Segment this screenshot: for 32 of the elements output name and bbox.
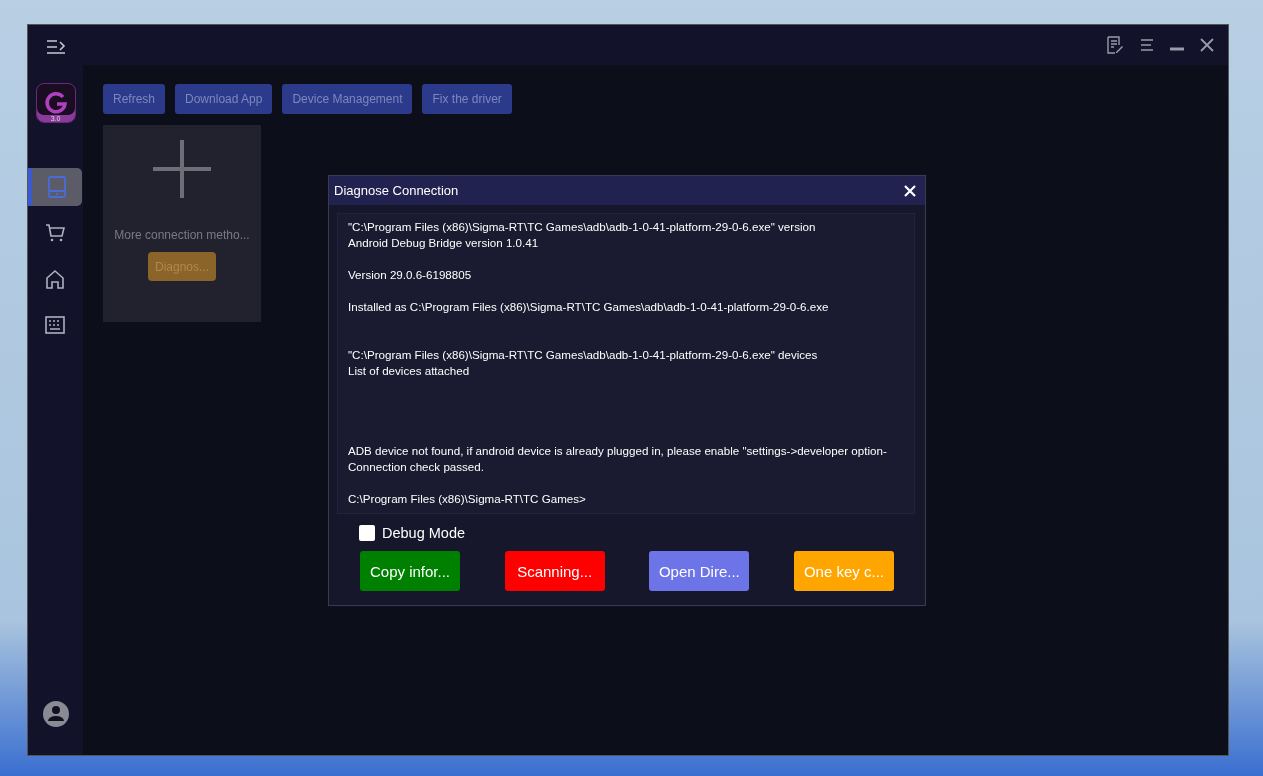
action-button[interactable]: Scanning... [504, 551, 605, 591]
log-line: Version 29.0.6-6198805 [348, 267, 473, 283]
log-line: "C:\Program Files (x86)\Sigma-RT\TC Games\adb\adb-1-0-41-platform-29-0-6.exe" devices [348, 347, 819, 363]
debug-mode-checkbox[interactable] [359, 525, 375, 541]
log-line: C:\Program Files (x86)\Sigma-RT\TC Games> [348, 491, 587, 507]
action-button[interactable]: Copy infor... [360, 551, 460, 591]
cart-icon [45, 223, 65, 243]
log-line: Installed as C:\Program Files (x86)\Sigma-RT\TC Games\adb\adb-1-0-41-platform-29-0-6.exe [348, 299, 830, 315]
log-line: "C:\Program Files (x86)\Sigma-RT\TC Games\adb\adb-1-0-41-platform-29-0-6.exe" version [348, 219, 817, 235]
keyboard-icon [45, 316, 65, 334]
tablet-icon [48, 176, 66, 198]
close-icon[interactable] [1200, 38, 1214, 52]
toolbar-button[interactable]: Refresh [103, 84, 166, 114]
menu-icon[interactable] [1140, 38, 1154, 52]
expand-menu-icon[interactable] [45, 39, 66, 55]
toolbar-button[interactable]: Device Management [282, 84, 413, 114]
debug-mode-label: Debug Mode [382, 525, 466, 541]
toolbar-button[interactable]: Download App [175, 84, 273, 114]
user-avatar-icon[interactable] [42, 701, 69, 727]
log-line: Android Debug Bridge version 1.0.41 [348, 235, 540, 251]
action-button[interactable]: Open Dire... [649, 551, 750, 591]
notes-icon[interactable] [1106, 36, 1124, 54]
card-label: More connection metho... [114, 228, 250, 242]
log-line: List of devices attached [348, 363, 471, 379]
home-icon [45, 269, 65, 289]
plus-icon[interactable] [153, 140, 211, 198]
log-line: Connection check passed. [348, 459, 485, 475]
toolbar-button[interactable]: Fix the driver [422, 84, 512, 114]
dialog-title: Diagnose Connection [334, 183, 459, 198]
g-letter-icon [43, 91, 68, 115]
log-line: ADB device not found, if android device is already plugged in, please enable "settings->developer option- [348, 443, 888, 459]
action-button[interactable]: One key c... [793, 551, 894, 591]
